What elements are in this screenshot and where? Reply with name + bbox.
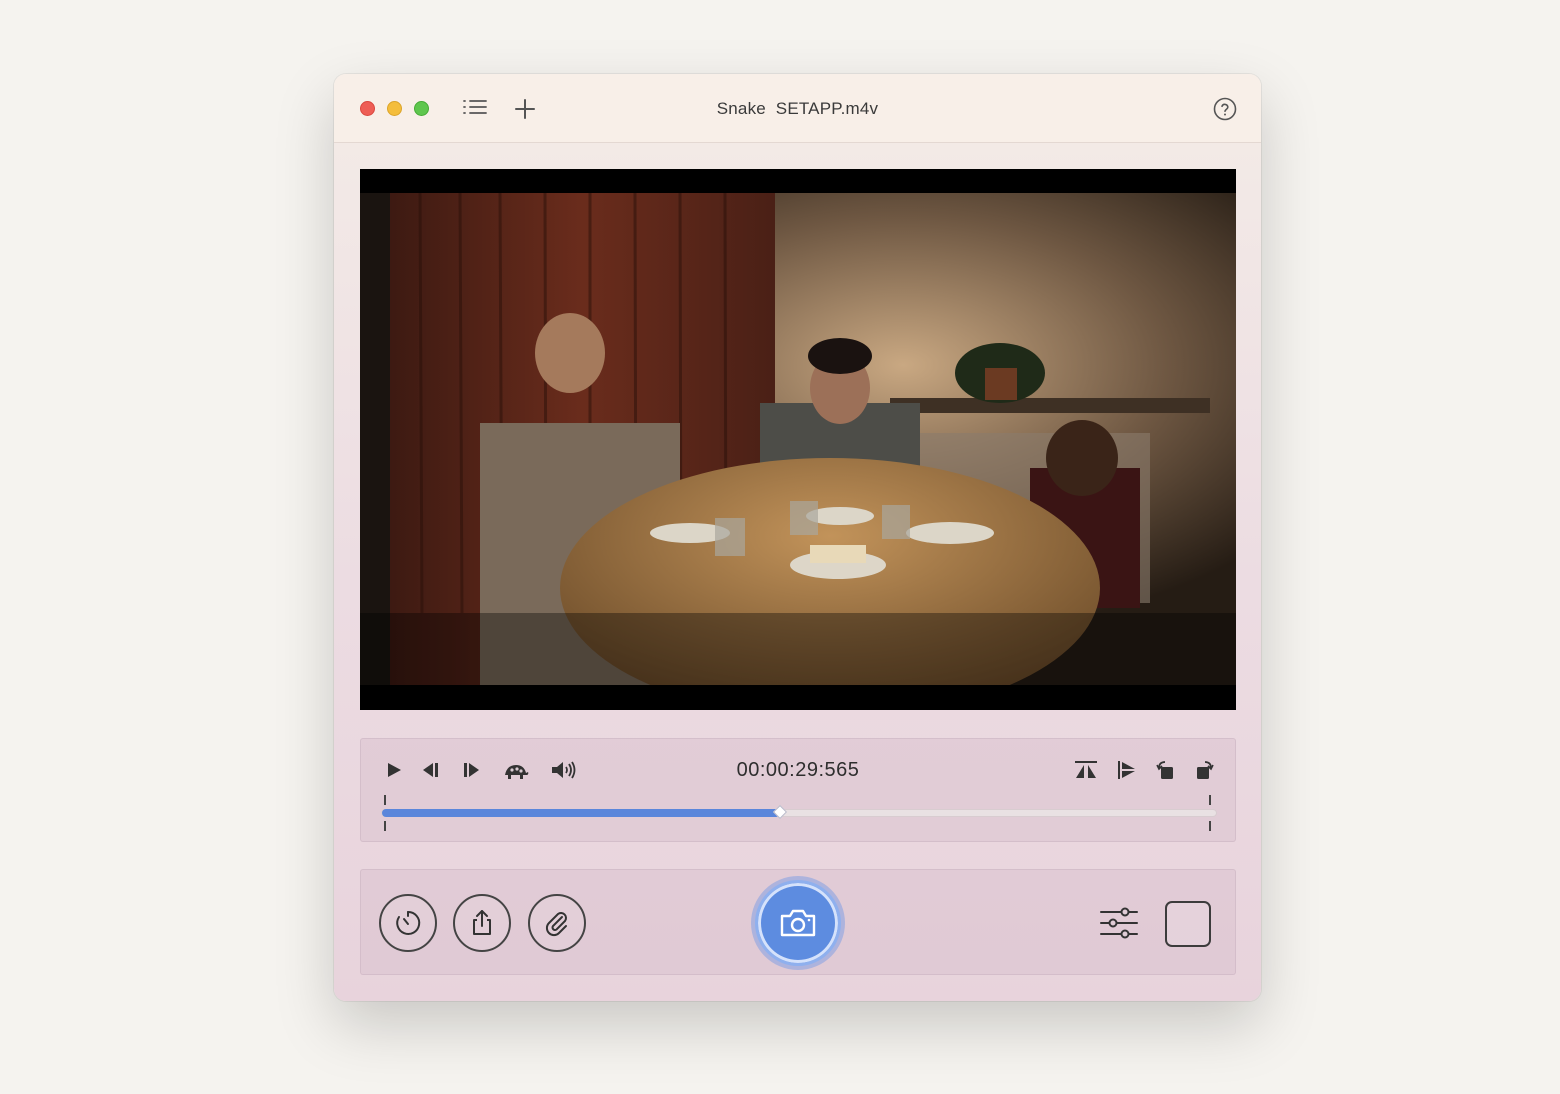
sliders-icon[interactable]	[1099, 906, 1139, 940]
rotate-right-icon[interactable]	[1191, 759, 1217, 781]
video-viewport[interactable]	[360, 169, 1236, 710]
rotate-left-icon[interactable]	[1153, 759, 1179, 781]
flip-horizontal-icon[interactable]	[1073, 759, 1099, 781]
attach-button[interactable]	[528, 894, 586, 952]
bottom-toolbar	[360, 869, 1236, 975]
share-icon	[473, 910, 491, 935]
timer-button[interactable]	[379, 894, 437, 952]
window-title: Snake SETAPP.m4v	[716, 99, 879, 118]
camera-icon	[780, 909, 816, 937]
seek-bar[interactable]	[381, 804, 1217, 820]
titlebar: Snake SETAPP.m4v	[334, 74, 1261, 143]
out-marker-top[interactable]	[1209, 795, 1211, 805]
seek-bar-fill	[382, 809, 780, 817]
video-frame	[360, 193, 1236, 685]
share-button[interactable]	[453, 894, 511, 952]
timecode: 00:00:29:565	[736, 759, 860, 781]
in-marker-top[interactable]	[384, 795, 386, 805]
help-icon[interactable]	[1213, 97, 1237, 121]
flip-vertical-icon[interactable]	[1115, 759, 1141, 781]
square-icon[interactable]	[1165, 901, 1211, 947]
app-window: Snake SETAPP.m4v 00:00:29:565	[334, 74, 1261, 1001]
out-marker-bottom[interactable]	[1209, 821, 1211, 831]
in-marker-bottom[interactable]	[384, 821, 386, 831]
playback-controls: 00:00:29:565	[360, 738, 1236, 842]
timer-icon	[396, 910, 421, 935]
paperclip-icon	[545, 912, 567, 937]
capture-button[interactable]	[755, 880, 841, 966]
